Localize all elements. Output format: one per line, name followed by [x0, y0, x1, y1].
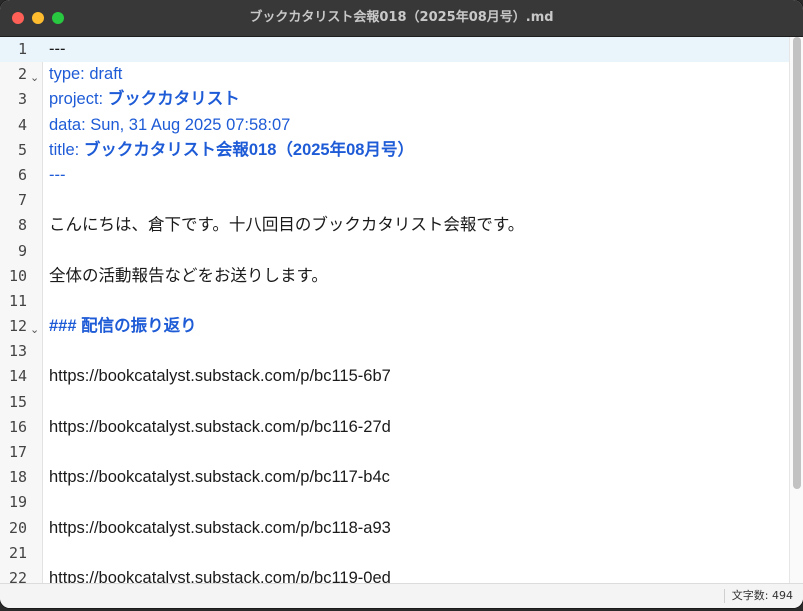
line-content: ---: [49, 40, 66, 58]
line-number: 12: [8, 317, 27, 336]
line-text: https://bookcatalyst.substack.com/p/bc11…: [49, 465, 390, 490]
line-content: https://bookcatalyst.substack.com/p/bc11…: [49, 568, 391, 584]
editor-line[interactable]: 17: [0, 440, 789, 465]
line-content: https://bookcatalyst.substack.com/p/bc11…: [49, 417, 391, 436]
editor-line[interactable]: 21: [0, 541, 789, 566]
word-count: 文字数: 494: [723, 584, 793, 608]
line-number: 13: [8, 342, 27, 361]
line-content: こんにちは、倉下です。十八回目のブックカタリスト会報です。: [49, 216, 525, 235]
editor-window: ブックカタリスト会報018（2025年08月号）.md 1 --- 2 ⌄ type: …: [0, 0, 803, 608]
line-number: 19: [8, 493, 27, 512]
line-content: ---: [49, 165, 66, 184]
editor-line[interactable]: 22 https://bookcatalyst.substack.com/p/bc…: [0, 566, 789, 584]
line-content: https://bookcatalyst.substack.com/p/bc11…: [49, 518, 391, 537]
line-text: title: ブックカタリスト会報018（2025年08月号）: [49, 138, 414, 163]
editor-line[interactable]: 2 ⌄ type: draft: [0, 62, 789, 87]
vertical-scrollbar[interactable]: [789, 37, 803, 584]
line-content: data: Sun, 31 Aug 2025 07:58:07: [49, 115, 291, 134]
line-number: 6: [17, 165, 27, 184]
line-text: ### 配信の振り返り: [49, 314, 197, 339]
window-title: ブックカタリスト会報018（2025年08月号）.md: [249, 10, 554, 25]
line-number: 16: [8, 417, 27, 436]
line-number: 20: [8, 518, 27, 537]
line-number: 5: [17, 140, 27, 159]
scrollbar-thumb[interactable]: [793, 37, 801, 489]
line-text: ---: [49, 37, 65, 62]
frontmatter-key: title:: [49, 140, 84, 159]
editor-line[interactable]: 12 ⌄ ### 配信の振り返り: [0, 314, 789, 339]
line-text: data: Sun, 31 Aug 2025 07:58:07: [49, 113, 290, 138]
editor-line[interactable]: 7: [0, 188, 789, 213]
markdown-heading: ### 配信の振り返り: [49, 317, 197, 336]
line-content: type: draft: [49, 65, 123, 84]
line-number: 4: [17, 115, 27, 134]
line-text: https://bookcatalyst.substack.com/p/bc11…: [49, 566, 391, 584]
line-text: type: draft: [49, 62, 122, 87]
line-content: https://bookcatalyst.substack.com/p/bc11…: [49, 468, 390, 487]
line-number: 15: [8, 392, 27, 411]
line-content: https://bookcatalyst.substack.com/p/bc11…: [49, 367, 391, 386]
line-text: 全体の活動報告などをお送りします。: [49, 264, 328, 289]
line-number: 18: [8, 468, 27, 487]
editor-line[interactable]: 9: [0, 239, 789, 264]
line-text: こんにちは、倉下です。十八回目のブックカタリスト会報です。: [49, 213, 524, 238]
line-text: https://bookcatalyst.substack.com/p/bc11…: [49, 415, 391, 440]
title-bar[interactable]: ブックカタリスト会報018（2025年08月号）.md: [0, 0, 803, 37]
editor-line[interactable]: 5 title: ブックカタリスト会報018（2025年08月号）: [0, 138, 789, 163]
line-number: 3: [17, 90, 27, 109]
editor-lines[interactable]: 1 --- 2 ⌄ type: draft 3 project: ブックカタリスト 4 data…: [0, 37, 789, 584]
editor-line[interactable]: 1 ---: [0, 37, 789, 63]
line-text: https://bookcatalyst.substack.com/p/bc11…: [49, 364, 391, 389]
editor-line[interactable]: 18 https://bookcatalyst.substack.com/p/bc…: [0, 465, 789, 490]
text-editor[interactable]: 1 --- 2 ⌄ type: draft 3 project: ブックカタリスト 4 data…: [0, 37, 789, 584]
line-number: 11: [8, 291, 27, 310]
line-number: 21: [8, 543, 27, 562]
editor-line[interactable]: 14 https://bookcatalyst.substack.com/p/bc…: [0, 364, 789, 389]
editor-line[interactable]: 20 https://bookcatalyst.substack.com/p/bc…: [0, 516, 789, 541]
editor-line[interactable]: 11: [0, 289, 789, 314]
editor-line[interactable]: 6 ---: [0, 163, 789, 188]
line-number: 2: [17, 65, 27, 84]
line-number: 22: [8, 568, 27, 584]
frontmatter-value: ブックカタリスト会報018（2025年08月号）: [83, 140, 414, 159]
status-divider: [723, 589, 725, 603]
line-number: 7: [17, 191, 27, 210]
line-number: 10: [8, 266, 27, 285]
line-number: 14: [8, 367, 27, 386]
line-number: 1: [17, 40, 27, 58]
line-number: 9: [17, 241, 27, 260]
line-text: https://bookcatalyst.substack.com/p/bc11…: [49, 516, 391, 541]
frontmatter-value: ブックカタリスト: [107, 90, 240, 109]
editor-line[interactable]: 3 project: ブックカタリスト: [0, 87, 789, 112]
editor-line[interactable]: 8 こんにちは、倉下です。十八回目のブックカタリスト会報です。: [0, 213, 789, 238]
editor-line[interactable]: 19: [0, 490, 789, 515]
line-content: 全体の活動報告などをお送りします。: [49, 266, 328, 285]
editor-line[interactable]: 4 data: Sun, 31 Aug 2025 07:58:07: [0, 113, 789, 138]
frontmatter-key: project:: [49, 90, 108, 109]
line-text: project: ブックカタリスト: [49, 87, 240, 112]
status-bar: 文字数: 494: [0, 583, 803, 608]
line-number: 8: [17, 216, 27, 235]
editor-line[interactable]: 13: [0, 339, 789, 364]
word-count-label: 文字数: 494: [731, 589, 793, 602]
editor-line[interactable]: 10 全体の活動報告などをお送りします。: [0, 264, 789, 289]
editor-line[interactable]: 15: [0, 390, 789, 415]
editor-line[interactable]: 16 https://bookcatalyst.substack.com/p/bc…: [0, 415, 789, 440]
line-number: 17: [8, 443, 27, 461]
line-text: ---: [49, 163, 65, 188]
